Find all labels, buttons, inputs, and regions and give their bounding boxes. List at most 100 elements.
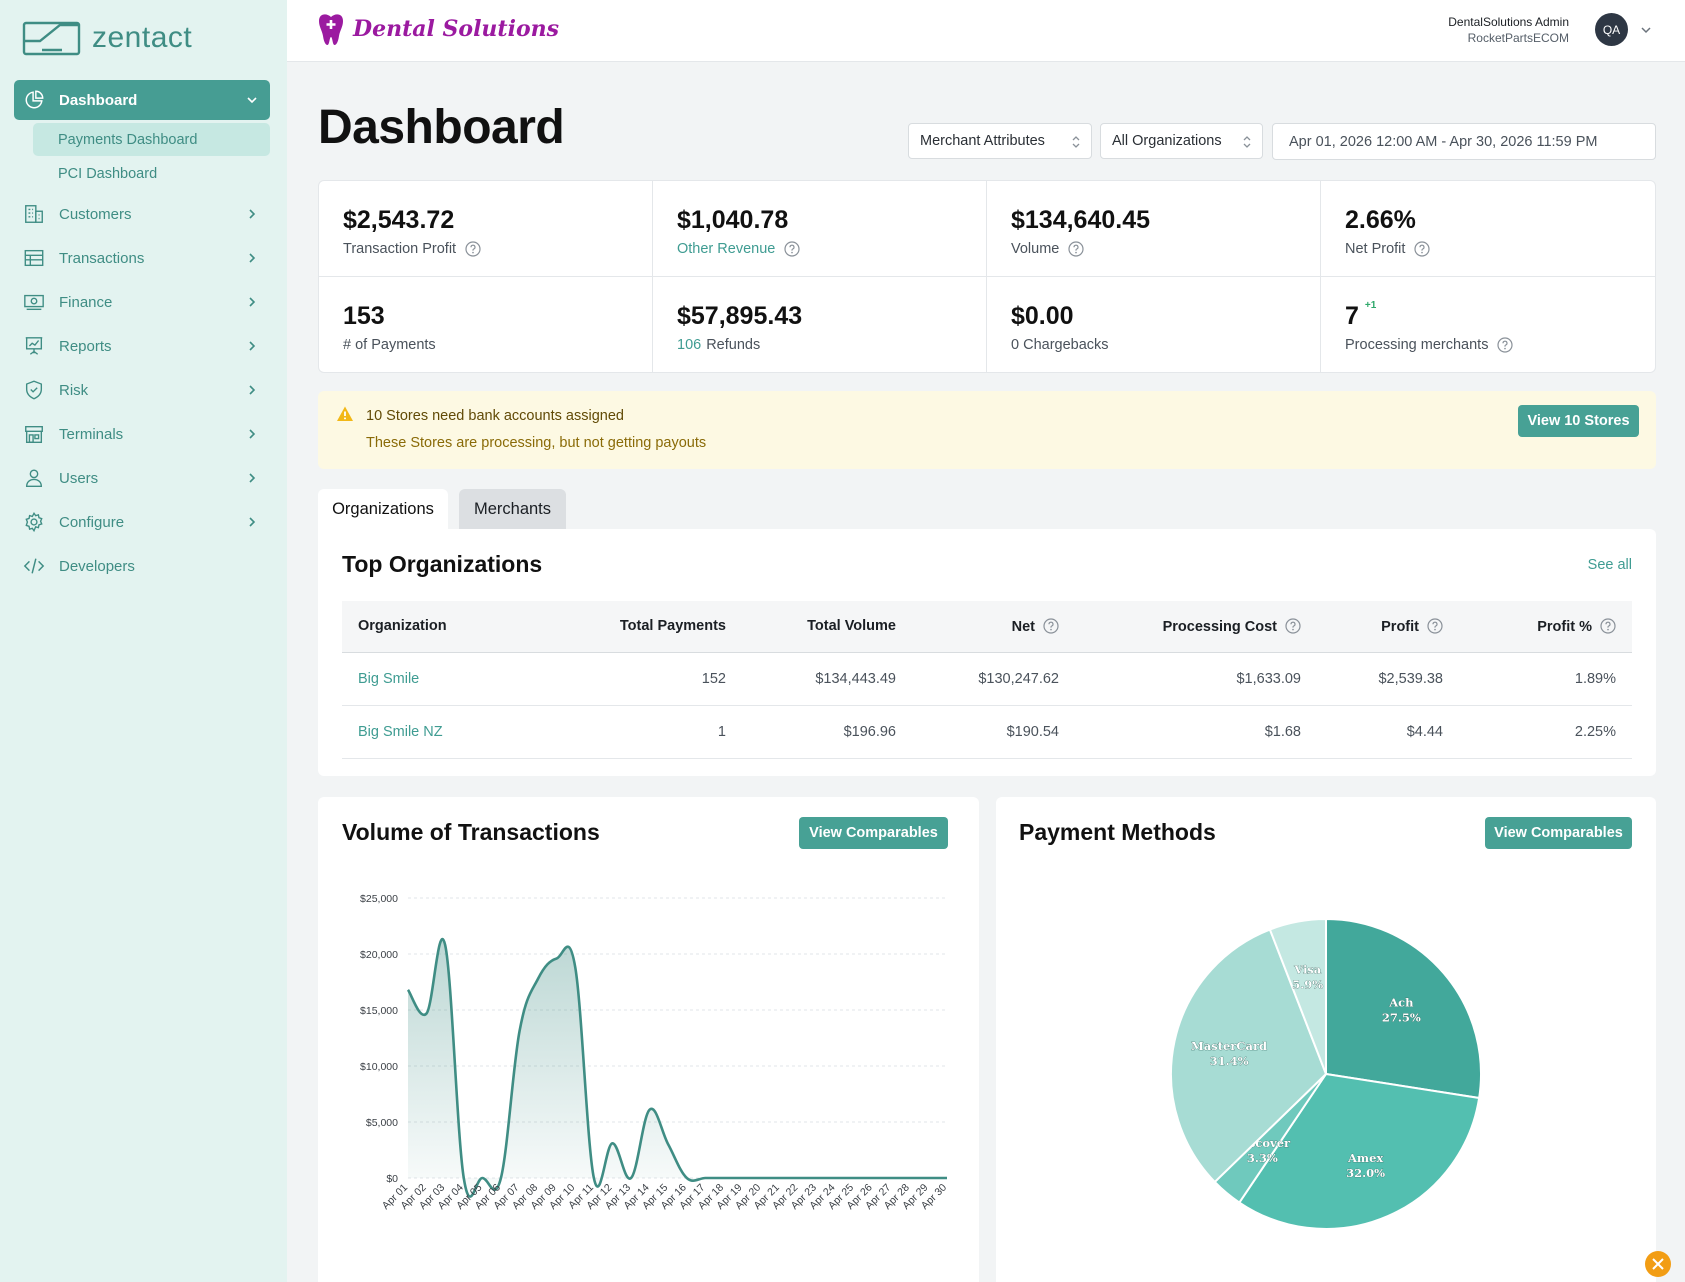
sidebar-item-dashboard[interactable]: Dashboard	[14, 80, 270, 120]
sidebar-item-label: Terminals	[59, 425, 124, 443]
sidebar-item-label: Finance	[59, 293, 113, 311]
code-icon	[23, 558, 45, 574]
view-stores-button[interactable]: View 10 Stores	[1518, 405, 1639, 437]
sidebar-item-developers[interactable]: Developers	[14, 548, 270, 584]
metric-label: Transaction Profit	[343, 241, 457, 257]
help-icon[interactable]	[1414, 241, 1431, 257]
zentact-logo[interactable]: zentact	[22, 20, 192, 56]
sidebar-item-label: Dashboard	[59, 91, 138, 109]
refunds-count-link[interactable]: 106	[677, 337, 701, 353]
table-icon	[24, 249, 44, 267]
user-org: RocketPartsECOM	[1467, 31, 1569, 45]
sidebar-item-configure[interactable]: Configure	[14, 504, 270, 540]
date-range-picker[interactable]: Apr 01, 2026 12:00 AM - Apr 30, 2026 11:…	[1272, 123, 1656, 160]
sidebar-item-terminals[interactable]: Terminals	[14, 416, 270, 452]
avatar[interactable]: QA	[1595, 13, 1628, 46]
column-header[interactable]: Total Payments	[562, 601, 742, 653]
metric-change-badge: +1	[1364, 299, 1377, 311]
zentact-logo-icon	[22, 21, 81, 56]
merchant-attributes-select[interactable]: Merchant Attributes	[908, 123, 1092, 159]
column-header[interactable]: Net	[912, 601, 1075, 653]
card-title: Top Organizations	[342, 551, 543, 577]
table-cell: $2,539.38	[1317, 652, 1459, 706]
user-info[interactable]: DentalSolutions Admin RocketPartsECOM	[1448, 14, 1569, 46]
sidebar-item-users[interactable]: Users	[14, 460, 270, 496]
column-header[interactable]: Processing Cost	[1075, 601, 1317, 653]
metric-value: $2,543.72	[343, 206, 455, 234]
metric-volume: $134,640.45 Volume	[987, 181, 1321, 277]
tab-organizations[interactable]: Organizations	[318, 489, 448, 529]
organization-link[interactable]: Big Smile	[342, 652, 562, 706]
metric-value: 2.66%	[1345, 206, 1416, 234]
volume-chart-card: Volume of Transactions View Comparables …	[318, 797, 979, 1282]
warning-icon	[337, 406, 353, 421]
chevron-down-icon[interactable]	[1639, 23, 1653, 37]
sidebar-item-label: Developers	[59, 557, 135, 575]
organization-link[interactable]: Big Smile NZ	[342, 705, 562, 759]
alert-title: 10 Stores need bank accounts assigned	[366, 408, 624, 424]
table-header-row: Organization Total Payments Total Volume…	[342, 601, 1632, 653]
slice-percent: 27.5%	[1382, 1011, 1421, 1025]
organizations-table: Organization Total Payments Total Volume…	[342, 601, 1632, 759]
brand-logo[interactable]: Dental Solutions	[317, 12, 559, 46]
y-tick-label: $20,000	[360, 949, 398, 961]
payment-methods-pie: Ach27.5%Amex32.0%Discover3.3%MasterCard3…	[1170, 917, 1482, 1230]
sidebar-item-label: Configure	[59, 513, 125, 531]
see-all-link[interactable]: See all	[1588, 557, 1632, 573]
sidebar: zentact Dashboard Payments Dashboard PCI…	[0, 0, 287, 1282]
slice-percent: 3.3%	[1247, 1151, 1278, 1165]
metric-payments-count: 153 # of Payments	[319, 276, 653, 372]
help-icon[interactable]	[1043, 618, 1059, 634]
metric-value: 7	[1345, 301, 1359, 330]
sidebar-item-risk[interactable]: Risk	[14, 372, 270, 408]
metric-value: $57,895.43	[677, 301, 803, 330]
sidebar-item-label: Customers	[59, 205, 132, 223]
logo-text: zentact	[92, 21, 193, 54]
metric-value: $134,640.45	[1011, 206, 1151, 234]
column-header[interactable]: Total Volume	[742, 601, 912, 653]
table-cell: $134,443.49	[742, 652, 912, 706]
help-icon[interactable]	[1285, 618, 1301, 634]
support-chat-icon[interactable]	[1644, 1250, 1672, 1278]
help-icon[interactable]	[1497, 336, 1514, 353]
help-icon[interactable]	[1068, 241, 1084, 257]
help-icon[interactable]	[465, 241, 481, 257]
other-revenue-link[interactable]: Other Revenue	[677, 241, 775, 257]
sidebar-item-payments-dashboard[interactable]: Payments Dashboard	[33, 123, 270, 156]
metric-label: Volume	[1011, 241, 1060, 257]
table-cell: 152	[562, 652, 742, 706]
alert-description: These Stores are processing, but not get…	[366, 435, 707, 451]
metric-label: 0 Chargebacks	[1011, 336, 1109, 353]
select-arrows-icon	[1072, 136, 1080, 148]
help-icon[interactable]	[1427, 618, 1443, 634]
table-cell: 1	[562, 705, 742, 759]
organizations-select[interactable]: All Organizations	[1100, 123, 1263, 159]
volume-chart: $0$5,000$10,000$15,000$20,000$25,000Apr …	[360, 893, 949, 1212]
column-header[interactable]: Profit	[1317, 601, 1459, 653]
help-icon[interactable]	[784, 241, 800, 257]
table-cell: $196.96	[742, 705, 912, 759]
shield-check-icon	[25, 380, 43, 400]
sidebar-item-pci-dashboard[interactable]: PCI Dashboard	[33, 157, 270, 190]
y-tick-label: $10,000	[360, 1061, 398, 1073]
metric-label: Net Profit	[1345, 241, 1406, 257]
metric-value: $0.00	[1011, 301, 1074, 330]
chevron-right-icon	[249, 253, 256, 263]
slice-label: Ach	[1388, 996, 1414, 1010]
help-icon[interactable]	[1600, 618, 1616, 634]
sidebar-item-customers[interactable]: Customers	[14, 196, 270, 232]
metric-value: 153	[343, 301, 385, 330]
gear-icon	[25, 511, 43, 533]
presentation-chart-icon	[25, 337, 43, 355]
sidebar-item-finance[interactable]: Finance	[14, 284, 270, 320]
sidebar-item-transactions[interactable]: Transactions	[14, 240, 270, 276]
sidebar-item-reports[interactable]: Reports	[14, 328, 270, 364]
select-value: Merchant Attributes	[920, 133, 1045, 149]
y-tick-label: $25,000	[360, 893, 398, 905]
slice-percent: 32.0%	[1346, 1166, 1385, 1180]
tab-merchants[interactable]: Merchants	[459, 489, 566, 529]
column-header[interactable]: Profit %	[1459, 601, 1632, 653]
tooth-icon	[319, 14, 343, 45]
column-header[interactable]: Organization	[342, 601, 562, 653]
metrics-panel: $2,543.72 Transaction Profit $1,040.78 O…	[318, 180, 1656, 373]
